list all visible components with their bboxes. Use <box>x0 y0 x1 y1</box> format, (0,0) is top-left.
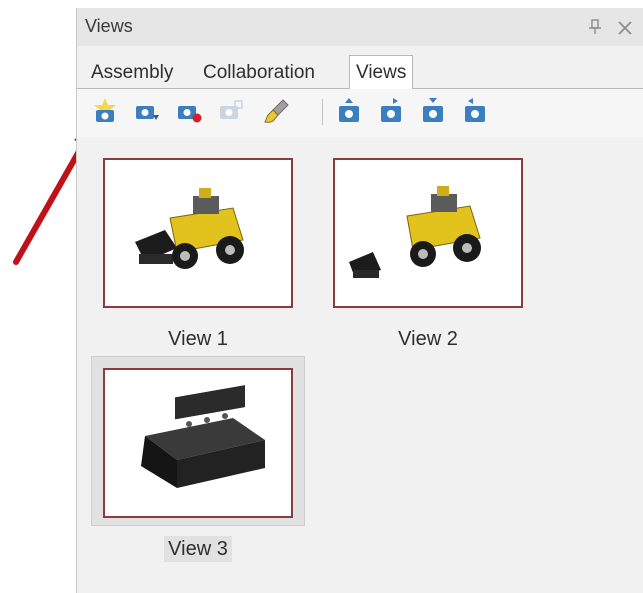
view-label: View 1 <box>168 328 228 350</box>
views-toolbar <box>77 89 643 137</box>
camera-delete-icon[interactable] <box>175 97 203 125</box>
brush-icon[interactable] <box>263 97 291 125</box>
new-view-icon[interactable] <box>91 97 119 125</box>
camera-disabled-icon[interactable] <box>217 97 245 125</box>
panel-titlebar: Views <box>77 8 643 46</box>
camera-up-icon[interactable] <box>335 97 363 125</box>
view-frame <box>103 368 293 518</box>
camera-right-icon[interactable] <box>377 97 405 125</box>
loader-vehicle-image <box>349 186 481 278</box>
tab-collaboration[interactable]: Collaboration <box>197 58 321 88</box>
view-frame <box>333 158 523 308</box>
views-panel: Views Assembly Collaboration Views View … <box>76 8 643 593</box>
camera-down-icon[interactable] <box>419 97 447 125</box>
tab-views[interactable]: Views <box>349 55 414 89</box>
camera-left-icon[interactable] <box>461 97 489 125</box>
tab-assembly[interactable]: Assembly <box>85 58 179 88</box>
view-frame <box>103 158 293 308</box>
bucket-part-image <box>141 385 265 488</box>
view-label: View 2 <box>398 328 458 350</box>
views-gallery: View 1 View 2 View 3 <box>77 140 643 593</box>
panel-title: Views <box>85 16 133 36</box>
close-icon[interactable] <box>616 17 634 37</box>
loader-vehicle-image <box>135 188 244 269</box>
pin-icon[interactable] <box>587 17 603 37</box>
view-label: View 3 <box>103 536 293 562</box>
screen: Views Assembly Collaboration Views View … <box>0 0 643 593</box>
camera-update-icon[interactable] <box>133 97 161 125</box>
toolbar-separator <box>322 99 323 125</box>
